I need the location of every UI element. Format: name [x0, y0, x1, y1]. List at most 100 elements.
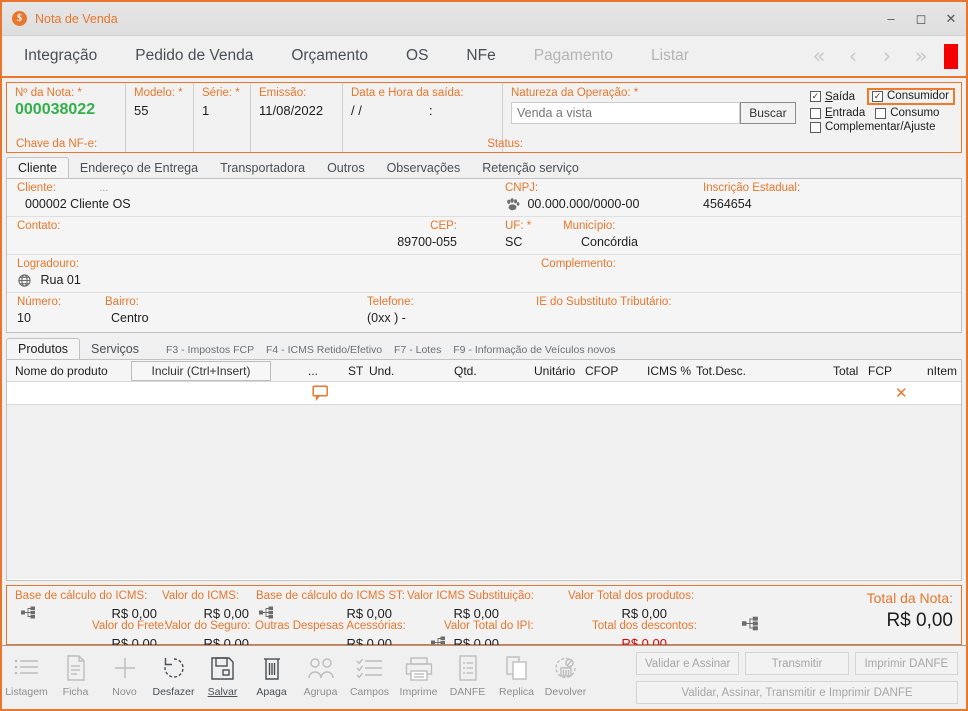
toolbar-button-devolver[interactable]: Devolver — [541, 646, 590, 706]
last-record-icon[interactable]: » — [904, 44, 938, 68]
nav-item-pagamento[interactable]: Pagamento — [534, 47, 613, 65]
validar-assinar-transmitir-imprimir-button[interactable]: Validar, Assinar, Transmitir e Imprimir … — [636, 681, 958, 704]
label-total-descontos: Total dos descontos: — [592, 620, 697, 632]
checkbox-complementar-ajuste[interactable]: Complementar/Ajuste — [809, 121, 936, 133]
toolbar-button-desfazer[interactable]: Desfazer — [149, 646, 198, 706]
tab-retencao-servico[interactable]: Retenção serviço — [471, 158, 590, 178]
toolbar-button-apaga[interactable]: Apaga — [247, 646, 296, 706]
checkbox-entrada[interactable]: Entrada — [809, 107, 865, 119]
column-header-qtd[interactable]: Qtd. — [454, 364, 477, 378]
buscar-button[interactable]: Buscar — [739, 102, 796, 124]
toolbar-button-ficha[interactable]: Ficha — [51, 646, 100, 706]
nav-item-listar[interactable]: Listar — [651, 47, 689, 65]
maximize-icon[interactable]: ◻ — [906, 2, 936, 35]
column-header-fcp[interactable]: FCP — [868, 364, 892, 378]
checkbox-complementar-box[interactable] — [809, 121, 821, 133]
column-header-unitario[interactable]: Unitário — [534, 364, 575, 378]
tree-icon-base-icms[interactable] — [21, 606, 36, 624]
toolbar-button-agrupa[interactable]: Agrupa — [296, 646, 345, 706]
tab-endereco-entrega[interactable]: Endereço de Entrega — [69, 158, 209, 178]
checkbox-consumo[interactable]: Consumo — [875, 107, 939, 119]
tab-observacoes[interactable]: Observações — [376, 158, 472, 178]
nav-item-pedido-de-venda[interactable]: Pedido de Venda — [135, 47, 253, 65]
field-contato[interactable]: Contato: — [17, 220, 60, 235]
nav-item-orcamento[interactable]: Orçamento — [291, 47, 368, 65]
document-icon — [457, 651, 479, 685]
field-bairro[interactable]: Bairro: Centro — [105, 296, 149, 325]
checklist-icon — [355, 651, 384, 685]
field-telefone[interactable]: Telefone: (0xx ) - — [367, 296, 414, 325]
checkbox-saida[interactable]: ✓ Saída — [809, 91, 855, 103]
checkbox-row-3: Complementar/Ajuste — [809, 121, 955, 133]
minimize-icon[interactable]: – — [876, 2, 906, 35]
column-header-icms-pct[interactable]: ICMS % — [647, 364, 691, 378]
column-header-cfop[interactable]: CFOP — [585, 364, 618, 378]
validar-assinar-button[interactable]: Validar e Assinar — [636, 652, 740, 675]
nav-item-os[interactable]: OS — [406, 47, 428, 65]
return-icon — [552, 651, 580, 685]
column-header-total[interactable]: Total — [833, 364, 858, 378]
toolbar-button-listagem[interactable]: Listagem — [2, 646, 51, 706]
tab-outros[interactable]: Outros — [316, 158, 376, 178]
field-numero[interactable]: Número: 10 — [17, 296, 61, 325]
table-row[interactable]: ✕ — [7, 382, 961, 405]
column-header-und[interactable]: Und. — [369, 364, 394, 378]
checkbox-consumidor-box[interactable]: ✓ — [872, 90, 883, 102]
column-header-dots[interactable]: ... — [308, 364, 318, 378]
toolbar-label-desfazer: Desfazer — [152, 686, 195, 698]
column-header-tot-desc[interactable]: Tot.Desc. — [696, 364, 746, 378]
tab-produtos[interactable]: Produtos — [6, 338, 81, 360]
client-row-2: Contato: CEP: 89700-055 UF: * SC Municíp… — [7, 217, 961, 255]
toolbar-button-imprime[interactable]: Imprime — [394, 646, 443, 706]
tab-servicos[interactable]: Serviços — [80, 339, 150, 359]
checkbox-consumidor[interactable]: ✓ Consumidor — [872, 90, 949, 102]
column-header-nome-produto[interactable]: Nome do produto — [15, 364, 108, 378]
previous-record-icon[interactable]: ‹ — [836, 44, 870, 68]
column-header-nitem[interactable]: nItem — [927, 364, 957, 378]
cliente-dots[interactable]: ... — [99, 182, 108, 194]
column-header-st[interactable]: ST — [348, 364, 363, 378]
next-record-icon[interactable]: › — [870, 44, 904, 68]
close-icon[interactable]: ✕ — [936, 2, 966, 35]
first-record-icon[interactable]: « — [802, 44, 836, 68]
toolbar-button-danfe[interactable]: DANFE — [443, 646, 492, 706]
transmitir-button[interactable]: Transmitir — [745, 652, 849, 675]
value-total-nota: R$ 0,00 — [886, 610, 953, 631]
nav-item-nfe[interactable]: NFe — [466, 47, 495, 65]
field-cnpj[interactable]: CNPJ: 00.000.000/0000-00 — [505, 182, 639, 214]
checkbox-consumo-box[interactable] — [875, 107, 887, 119]
field-complemento[interactable]: Complemento: — [541, 258, 616, 273]
incluir-button[interactable]: Incluir (Ctrl+Insert) — [131, 361, 271, 381]
toolbar-label-imprime: Imprime — [399, 686, 438, 698]
toolbar-button-campos[interactable]: Campos — [345, 646, 394, 706]
value-municipio: Concórdia — [581, 235, 638, 249]
field-logradouro[interactable]: Logradouro: Rua 01 — [17, 258, 81, 290]
label-valor-icms-substituicao: Valor ICMS Substituição: — [407, 590, 534, 602]
imprimir-danfe-button[interactable]: Imprimir DANFE — [854, 652, 958, 675]
tab-transportadora[interactable]: Transportadora — [209, 158, 316, 178]
value-valor-icms: R$ 0,00 — [203, 606, 249, 621]
tab-cliente[interactable]: Cliente — [6, 157, 69, 179]
natureza-input[interactable] — [511, 102, 740, 124]
label-inscricao-estadual: Inscrição Estadual: — [703, 182, 801, 194]
field-cep[interactable]: CEP: 89700-055 — [327, 220, 457, 249]
field-municipio[interactable]: Município: Concórdia — [563, 220, 638, 249]
close-icon[interactable]: ✕ — [895, 384, 908, 402]
checkbox-saida-box[interactable]: ✓ — [809, 91, 821, 102]
field-uf[interactable]: UF: * SC — [505, 220, 531, 249]
toolbar-button-replica[interactable]: Replica — [492, 646, 541, 706]
comment-icon[interactable] — [312, 385, 329, 406]
field-ie-substituto[interactable]: IE do Substituto Tributário: — [536, 296, 672, 311]
field-inscricao-estadual[interactable]: Inscrição Estadual: 4564654 — [703, 182, 800, 211]
toolbar-button-novo[interactable]: Novo — [100, 646, 149, 706]
toolbar-button-salvar[interactable]: Salvar — [198, 646, 247, 706]
tree-icon-total-nota[interactable] — [742, 616, 759, 636]
value-saida-date: / / — [351, 103, 362, 118]
checkbox-entrada-box[interactable] — [809, 107, 821, 119]
value-telefone: (0xx ) - — [367, 311, 406, 325]
nfe-action-row: Validar e Assinar Transmitir Imprimir DA… — [636, 652, 958, 675]
main-navigation: Integração Pedido de Venda Orçamento OS … — [2, 36, 966, 78]
nav-item-integracao[interactable]: Integração — [24, 47, 97, 65]
client-row-1: Cliente: ... 000002 Cliente OS CNPJ: 00.… — [7, 179, 961, 217]
field-cliente[interactable]: Cliente: ... 000002 Cliente OS — [17, 182, 131, 211]
